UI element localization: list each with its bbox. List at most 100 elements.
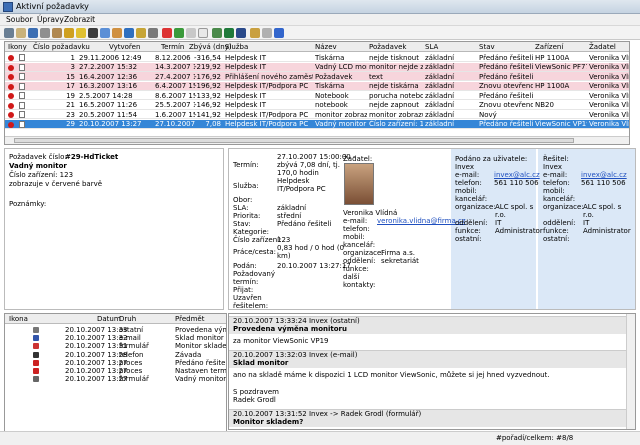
history-cell[interactable]: proces bbox=[119, 367, 142, 375]
deadline-remaining: zbývá 7,08 dní, tj. bbox=[277, 161, 340, 169]
table-cell: Veronika Vlídná bbox=[589, 120, 630, 128]
history-type-icon bbox=[33, 335, 39, 342]
arrow-right-icon[interactable] bbox=[124, 28, 134, 38]
menu-zobrazit[interactable]: Zobrazit bbox=[64, 15, 95, 24]
scroll-thumb[interactable] bbox=[14, 138, 574, 143]
priority-value: střední bbox=[277, 212, 302, 220]
close-ticket-icon[interactable] bbox=[162, 28, 172, 38]
col-name[interactable]: Název bbox=[315, 43, 337, 51]
history-col-subject[interactable]: Předmět bbox=[175, 315, 204, 323]
solver-email-link[interactable]: invex@alc.cz bbox=[581, 171, 627, 179]
col-number[interactable]: Číslo požadavku bbox=[33, 43, 90, 51]
excel-icon[interactable] bbox=[224, 28, 234, 38]
attach-icon[interactable] bbox=[112, 28, 122, 38]
note-body-line: S pozdravem bbox=[233, 387, 279, 396]
history-cell[interactable]: Předáno řešiteli bbox=[175, 359, 226, 367]
ticket-icon bbox=[19, 73, 25, 80]
filter-icon[interactable] bbox=[186, 28, 196, 38]
history-col-icon[interactable]: Ikona bbox=[9, 315, 28, 323]
history-cell[interactable]: Provedena výměna... bbox=[175, 326, 226, 334]
submitted-by-office-label: kancelář: bbox=[455, 195, 488, 203]
report-icon[interactable] bbox=[212, 28, 222, 38]
menu-soubor[interactable]: Soubor bbox=[6, 15, 33, 24]
history-cell[interactable]: e-mail bbox=[119, 334, 141, 342]
priority-icon bbox=[8, 121, 14, 128]
ticket-grid: Ikony Číslo požadavku Vytvořen Termín Zb… bbox=[4, 41, 630, 145]
key-icon[interactable] bbox=[136, 28, 146, 38]
menu-upravy[interactable]: Úpravy bbox=[37, 15, 64, 24]
category-label: Kategorie: bbox=[233, 228, 270, 236]
requester-office-label: kancelář: bbox=[343, 241, 376, 249]
history-cell[interactable]: Závada bbox=[175, 351, 201, 359]
requester-email-link[interactable]: veronika.vlidna@firma.cz bbox=[377, 217, 466, 225]
history-type-icon bbox=[33, 376, 39, 383]
history-cell[interactable]: Vadný monitor bbox=[175, 375, 226, 383]
accepted-label: Přijat: bbox=[233, 286, 254, 294]
table-cell: Notebook bbox=[315, 91, 349, 100]
submitted-by-email-link[interactable]: invex@alc.cz bbox=[494, 171, 540, 179]
history-cell[interactable]: proces bbox=[119, 359, 142, 367]
table-cell: -176,92 bbox=[193, 72, 221, 81]
history-cell[interactable]: ostatní bbox=[119, 326, 143, 334]
refresh-icon[interactable] bbox=[174, 28, 184, 38]
help-icon[interactable] bbox=[274, 28, 284, 38]
requester-function-label: funkce: bbox=[343, 265, 369, 273]
history-cell[interactable]: Sklad monitor bbox=[175, 334, 224, 342]
page-icon[interactable] bbox=[198, 28, 208, 38]
col-request[interactable]: Požadavek bbox=[369, 43, 406, 51]
submitted-by-org-value-2: r.o. bbox=[495, 211, 506, 219]
table-row[interactable]: 21 16.5.2007 11:26 25.5.2007 15:00-146,92 H… bbox=[5, 101, 629, 110]
col-deadline[interactable]: Termín bbox=[161, 43, 184, 51]
col-created[interactable]: Vytvořen bbox=[109, 43, 140, 51]
word-icon[interactable] bbox=[236, 28, 246, 38]
col-service[interactable]: Služba bbox=[225, 43, 248, 51]
tools-icon[interactable] bbox=[250, 28, 260, 38]
col-state[interactable]: Stav bbox=[479, 43, 495, 51]
col-sla[interactable]: SLA bbox=[425, 43, 438, 51]
col-device[interactable]: Zařízení bbox=[535, 43, 563, 51]
search-icon[interactable] bbox=[148, 28, 158, 38]
folder-icon[interactable] bbox=[52, 28, 62, 38]
solver-email-label: e-mail: bbox=[543, 171, 568, 179]
edit-icon[interactable] bbox=[16, 28, 26, 38]
history-col-date[interactable]: Datum bbox=[97, 315, 121, 323]
col-icons[interactable]: Ikony bbox=[8, 43, 27, 51]
forward-icon[interactable] bbox=[28, 28, 38, 38]
settings-icon[interactable] bbox=[262, 28, 272, 38]
table-row[interactable]: 23 20.5.2007 11:54 1.6.2007 15:00-141,92 He… bbox=[5, 110, 629, 119]
table-cell: 16.5.2007 11:26 bbox=[79, 101, 138, 109]
assign-icon[interactable] bbox=[64, 28, 74, 38]
table-row[interactable]: 3 27.2.2007 15:32 14.3.2007 15:00-219,92 He… bbox=[5, 62, 629, 72]
history-cell[interactable]: Monitor skladem? bbox=[175, 342, 226, 350]
status-bar: #pořadí/celkem: #8/8 bbox=[0, 431, 640, 445]
table-cell: Helpdesk IT bbox=[225, 91, 266, 100]
mail-icon[interactable] bbox=[76, 28, 86, 38]
log-vertical-scrollbar[interactable] bbox=[626, 314, 635, 429]
table-row[interactable]: 19 2.5.2007 14:28 8.6.2007 15:00-133,92 Hel… bbox=[5, 91, 629, 100]
phone-icon[interactable] bbox=[88, 28, 98, 38]
new-icon[interactable] bbox=[4, 28, 14, 38]
print-icon[interactable] bbox=[40, 28, 50, 38]
table-cell: Předáno řešiteli bbox=[479, 63, 533, 71]
service-value-1: Helpdesk bbox=[277, 177, 310, 185]
table-row[interactable]: 15 16.4.2007 12:36 27.4.2007 15:00-176,92 P… bbox=[5, 72, 629, 81]
history-cell[interactable]: formulář bbox=[119, 342, 149, 350]
table-cell: Tiskárna bbox=[315, 53, 345, 62]
table-row[interactable]: 17 16.3.2007 13:16 6.4.2007 15:00-196,92 He… bbox=[5, 81, 629, 91]
table-cell: text bbox=[369, 72, 383, 81]
grid-horizontal-scrollbar[interactable] bbox=[5, 136, 629, 144]
note-subject: Provedena výměna monitoru bbox=[233, 325, 347, 333]
col-requester[interactable]: Žadatel bbox=[589, 43, 616, 51]
table-row[interactable]: 29 20.10.2007 13:27 27.10.2007 15:... 7,08 H… bbox=[5, 119, 630, 129]
table-cell: porucha notebooku bbox=[369, 91, 423, 100]
table-cell: základní bbox=[425, 53, 455, 62]
history-cell[interactable]: formulář bbox=[119, 375, 149, 383]
ticket-preview: Požadavek číslo: #29-HdTicket Vadný moni… bbox=[4, 148, 224, 310]
history-col-type[interactable]: Druh bbox=[119, 315, 136, 323]
history-cell[interactable]: Nastaven termín bbox=[175, 367, 226, 375]
table-cell: 7,08 bbox=[205, 120, 221, 128]
history-cell[interactable]: telefon bbox=[119, 351, 144, 359]
note-icon[interactable] bbox=[100, 28, 110, 38]
table-row[interactable]: 1 29.11.2006 12:49 8.12.2006 -316,54 Helpdes… bbox=[5, 53, 629, 62]
submitted-by-name: Invex bbox=[455, 163, 474, 171]
